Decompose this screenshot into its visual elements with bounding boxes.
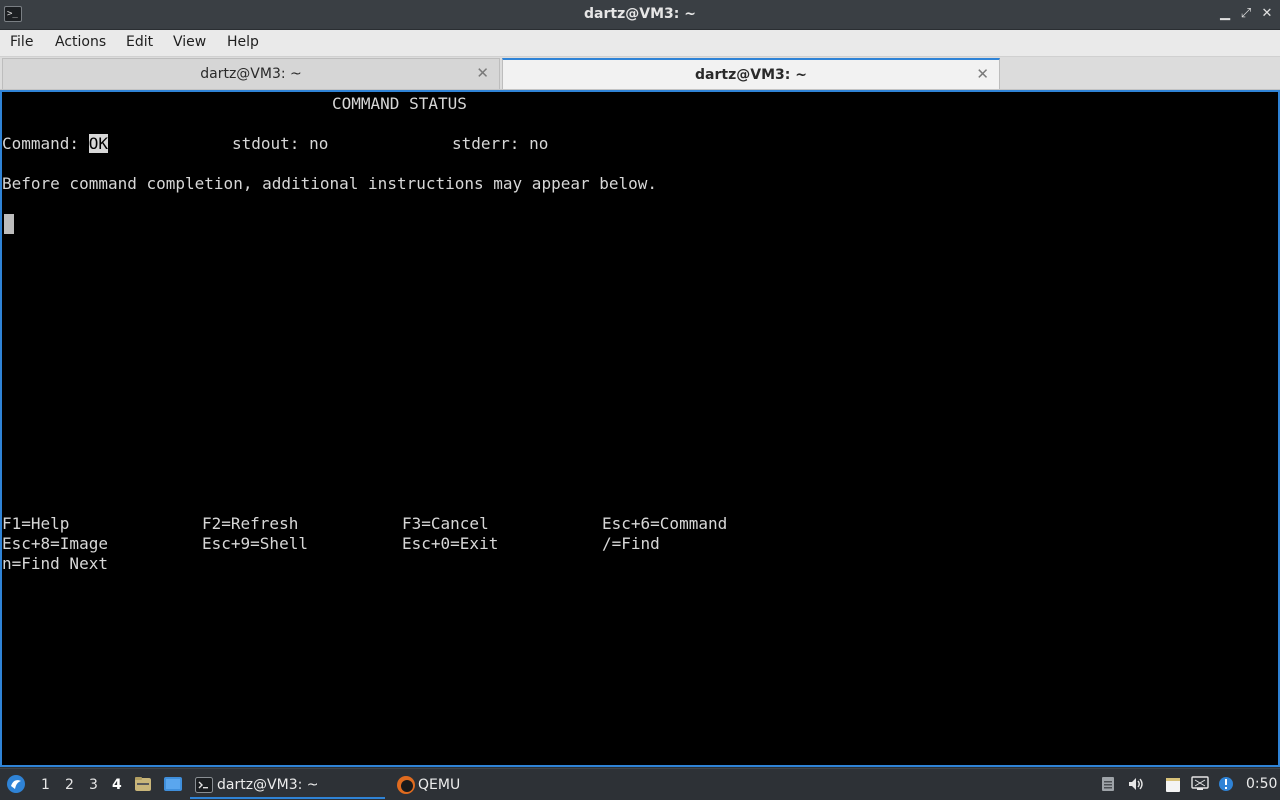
stderr-status: stderr: no <box>452 134 549 153</box>
tab-close-icon[interactable]: ✕ <box>476 64 489 82</box>
network-icon[interactable] <box>1191 776 1209 792</box>
show-desktop-icon[interactable] <box>163 775 183 797</box>
notes-icon[interactable] <box>1164 776 1180 792</box>
tab-terminal-2[interactable]: dartz@VM3: ~ ✕ <box>502 58 1000 89</box>
key-esc0-exit: Esc+0=Exit <box>402 534 499 553</box>
tab-terminal-1[interactable]: dartz@VM3: ~ ✕ <box>2 58 500 89</box>
clock[interactable]: 0:50 <box>1246 776 1277 792</box>
menu-edit[interactable]: Edit <box>126 34 153 50</box>
close-icon[interactable]: ✕ <box>1258 5 1276 23</box>
terminal-screen[interactable]: COMMAND STATUS Command: OK stdout: no st… <box>0 90 1280 767</box>
tab-bar: dartz@VM3: ~ ✕ dartz@VM3: ~ ✕ <box>0 57 1280 90</box>
qemu-icon <box>396 775 416 799</box>
info-icon[interactable] <box>1218 776 1234 792</box>
menu-bar: File Actions Edit View Help <box>0 30 1280 57</box>
menu-file[interactable]: File <box>10 34 33 50</box>
key-esc9-shell: Esc+9=Shell <box>202 534 308 553</box>
terminal-icon <box>195 777 213 797</box>
command-label: Command: <box>2 134 89 153</box>
task-label: dartz@VM3: ~ <box>217 777 319 793</box>
maximize-icon[interactable]: ⤢ <box>1237 5 1255 23</box>
menu-help[interactable]: Help <box>227 34 259 50</box>
text-cursor <box>4 214 14 234</box>
key-f2-refresh: F2=Refresh <box>202 514 299 533</box>
taskbar: 1 2 3 4 dartz@VM3: ~ QEMU 0:50 <box>0 768 1280 800</box>
desktop-3[interactable]: 3 <box>89 777 98 793</box>
task-label: QEMU <box>418 777 461 793</box>
tab-close-icon[interactable]: ✕ <box>976 65 989 83</box>
app-menu-icon[interactable] <box>6 774 26 798</box>
window-title: dartz@VM3: ~ <box>584 6 696 22</box>
task-qemu[interactable]: QEMU <box>394 772 514 799</box>
volume-icon[interactable] <box>1127 776 1143 792</box>
desktop-1[interactable]: 1 <box>41 777 50 793</box>
key-f1-help: F1=Help <box>2 514 70 533</box>
window-titlebar: >_ dartz@VM3: ~ ▁ ⤢ ✕ <box>0 0 1280 30</box>
task-terminal[interactable]: dartz@VM3: ~ <box>190 772 385 799</box>
clipboard-icon[interactable] <box>1100 776 1116 792</box>
key-esc8-image: Esc+8=Image <box>2 534 108 553</box>
command-status-value: OK <box>88 134 108 153</box>
minimize-icon[interactable]: ▁ <box>1216 5 1234 23</box>
key-find-next: n=Find Next <box>2 554 108 573</box>
key-esc6-command: Esc+6=Command <box>602 514 728 533</box>
key-find: /=Find <box>602 534 660 553</box>
stdout-status: stdout: no <box>232 134 329 153</box>
tab-label: dartz@VM3: ~ <box>200 66 302 82</box>
key-f3-cancel: F3=Cancel <box>402 514 489 533</box>
command-status-line: Command: OK <box>2 134 108 154</box>
desktop-2[interactable]: 2 <box>65 777 74 793</box>
info-message: Before command completion, additional in… <box>2 174 658 193</box>
desktop-4[interactable]: 4 <box>112 777 122 793</box>
screen-header: COMMAND STATUS <box>332 94 467 113</box>
menu-view[interactable]: View <box>173 34 206 50</box>
menu-actions[interactable]: Actions <box>55 34 106 50</box>
file-manager-icon[interactable] <box>134 775 152 797</box>
tab-label: dartz@VM3: ~ <box>695 67 807 83</box>
